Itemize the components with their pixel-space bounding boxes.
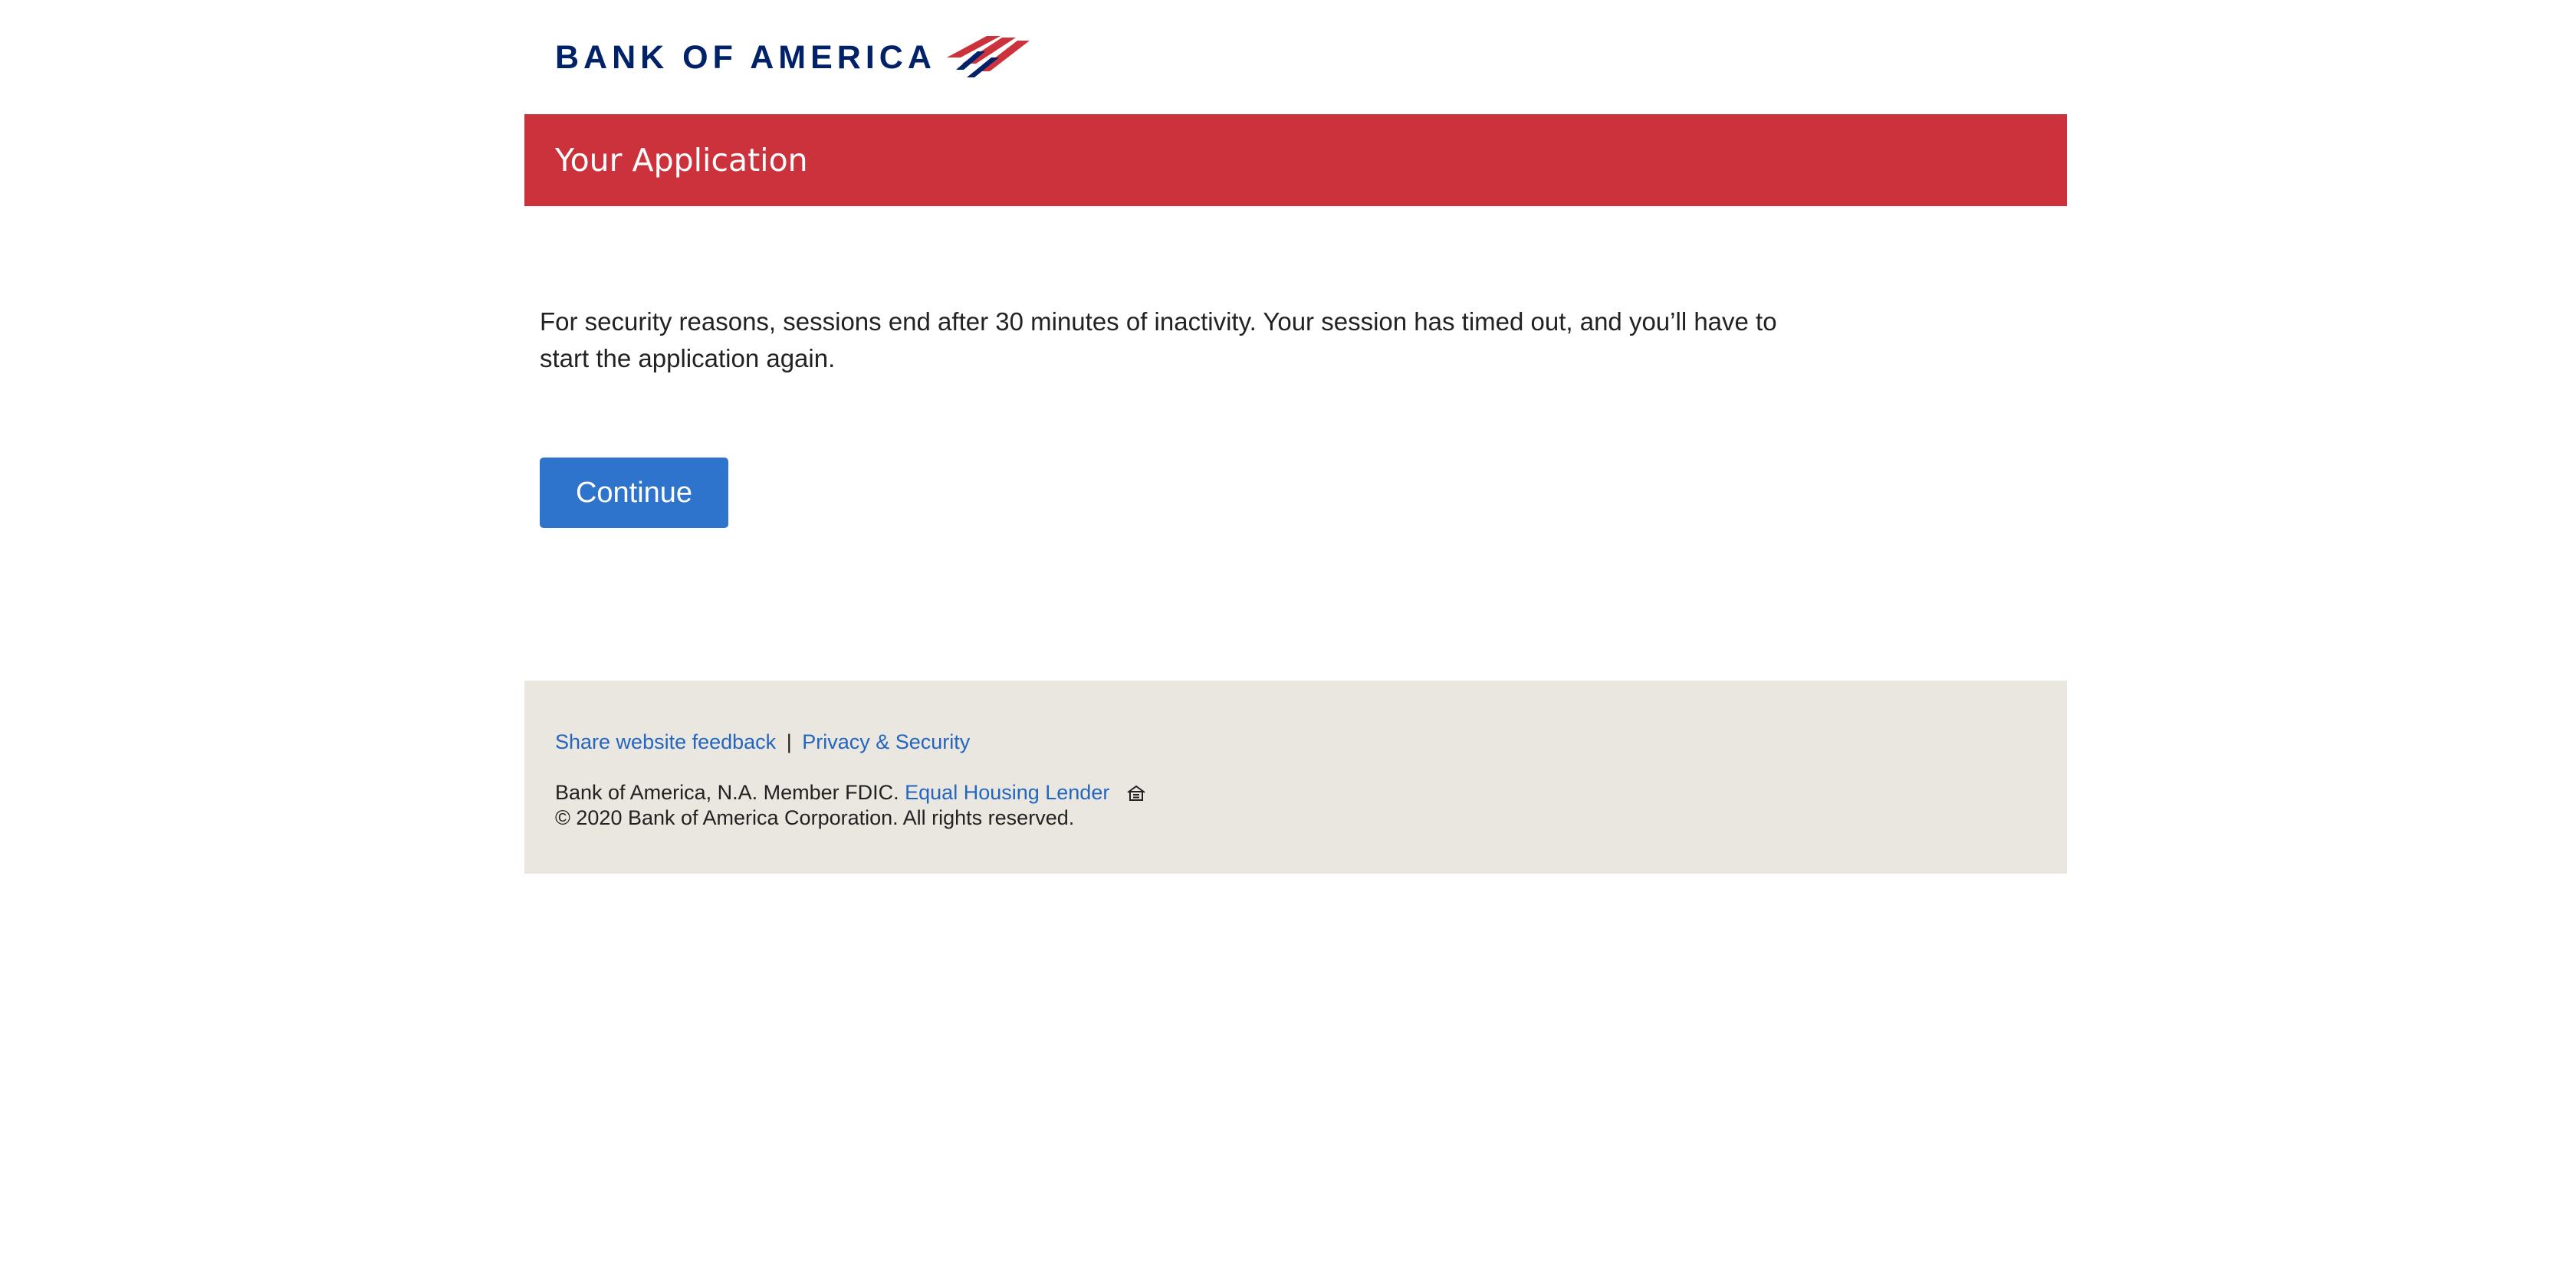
footer-legal-line-1: Bank of America, N.A. Member FDIC. Equal… [555, 780, 1146, 805]
logo-wordmark: BANK OF AMERICA [555, 38, 936, 76]
continue-button[interactable]: Continue [540, 458, 728, 528]
session-timeout-message: For security reasons, sessions end after… [540, 307, 1777, 372]
copyright-text: © 2020 Bank of America Corporation. All … [555, 806, 1075, 829]
page-title: Your Application [555, 142, 808, 179]
bank-logo[interactable]: BANK OF AMERICA [555, 34, 1030, 81]
flag-logo-icon [946, 36, 1030, 77]
page: BANK OF AMERICA Your Application For sec… [0, 0, 2576, 1263]
member-fdic-text: Bank of America, N.A. Member FDIC. [555, 781, 899, 804]
privacy-security-link[interactable]: Privacy & Security [802, 730, 970, 753]
equal-housing-icon [1127, 785, 1145, 801]
footer-legal: Bank of America, N.A. Member FDIC. Equal… [555, 780, 1146, 831]
equal-housing-lender-link[interactable]: Equal Housing Lender [905, 781, 1109, 804]
footer-link-separator: | [786, 730, 792, 753]
footer: Share website feedback | Privacy & Secur… [524, 681, 2067, 874]
share-feedback-link[interactable]: Share website feedback [555, 730, 776, 753]
header-bar: Your Application [524, 114, 2067, 206]
footer-links: Share website feedback | Privacy & Secur… [555, 727, 970, 757]
